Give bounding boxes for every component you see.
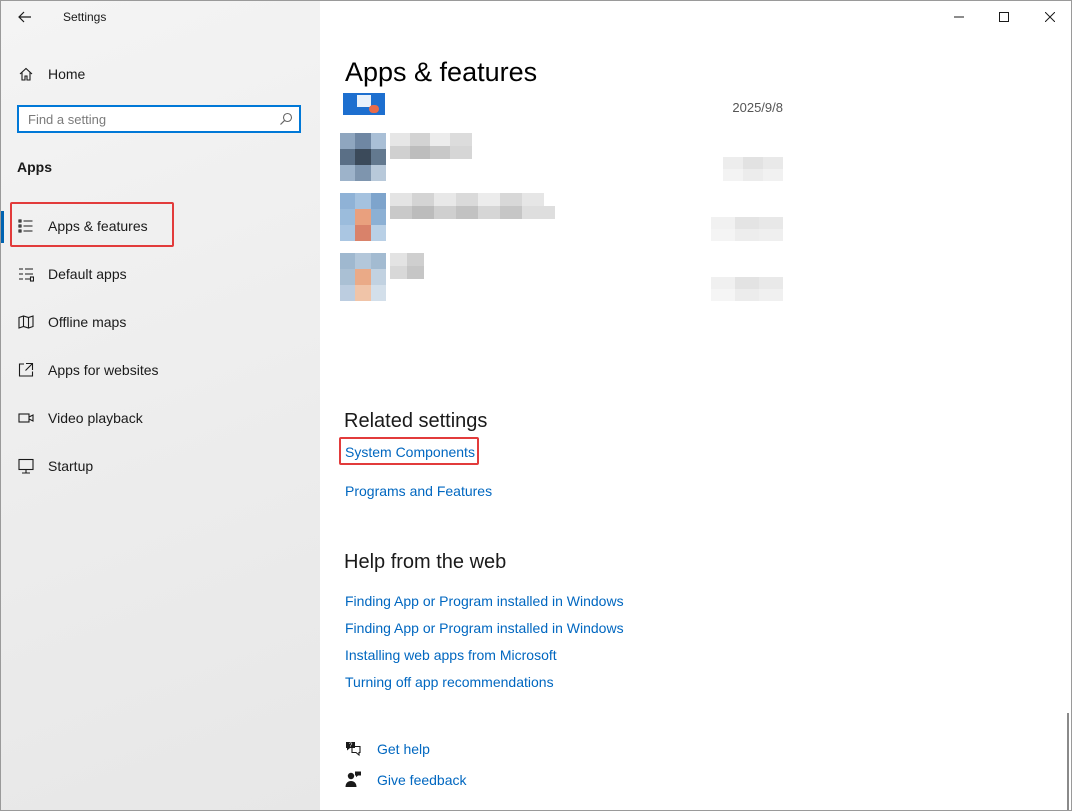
app-icon-redacted[interactable] — [340, 253, 386, 301]
settings-window: Settings Home Apps — [0, 0, 1072, 811]
give-feedback-link[interactable]: Give feedback — [377, 772, 467, 788]
open-website-icon — [18, 362, 34, 378]
search-input[interactable] — [28, 110, 268, 128]
help-link[interactable]: Finding App or Program installed in Wind… — [345, 620, 624, 636]
sidebar: Settings Home Apps — [1, 1, 320, 810]
scrollbar[interactable] — [1067, 713, 1069, 810]
home-icon — [18, 66, 34, 82]
app-name-redacted — [390, 193, 555, 219]
programs-and-features-link[interactable]: Programs and Features — [345, 483, 492, 499]
sidebar-item-label: Startup — [48, 458, 94, 474]
help-link[interactable]: Finding App or Program installed in Wind… — [345, 593, 624, 609]
get-help-icon: ? — [344, 739, 362, 757]
sidebar-item-offline-maps[interactable]: Offline maps — [1, 304, 320, 340]
back-button[interactable] — [11, 5, 39, 29]
app-name-redacted — [390, 133, 472, 159]
minimize-button[interactable] — [936, 1, 982, 33]
minimize-icon — [954, 16, 964, 18]
highlight-box-apps-features — [10, 202, 174, 247]
sidebar-item-label: Default apps — [48, 266, 127, 282]
close-button[interactable] — [1027, 1, 1071, 33]
related-settings-heading: Related settings — [344, 410, 488, 432]
maximize-button[interactable] — [981, 1, 1027, 33]
sidebar-item-video-playback[interactable]: Video playback — [1, 400, 320, 436]
maximize-icon — [999, 12, 1009, 22]
sidebar-item-label: Apps for websites — [48, 362, 159, 378]
app-size-redacted — [723, 157, 783, 181]
help-link[interactable]: Installing web apps from Microsoft — [345, 647, 557, 663]
page-title: Apps & features — [345, 57, 538, 87]
sidebar-item-label: Offline maps — [48, 314, 127, 330]
section-title: Apps — [17, 159, 52, 175]
highlight-box-system-components — [339, 437, 479, 465]
app-icon-redacted[interactable] — [340, 133, 386, 181]
app-name-redacted — [390, 253, 424, 279]
home-label: Home — [48, 66, 86, 82]
app-install-date[interactable]: 2025/9/8 — [701, 100, 783, 115]
app-size-redacted — [711, 217, 783, 241]
video-icon — [18, 410, 34, 426]
app-icon-redacted[interactable] — [340, 193, 386, 241]
close-icon — [1045, 12, 1055, 22]
sidebar-item-startup[interactable]: Startup — [1, 448, 320, 484]
search-icon — [280, 112, 293, 125]
help-link[interactable]: Turning off app recommendations — [345, 674, 554, 690]
sidebar-item-home[interactable]: Home — [1, 56, 320, 92]
search-box[interactable] — [17, 105, 301, 133]
get-help-link[interactable]: Get help — [377, 741, 430, 757]
window-title: Settings — [63, 10, 107, 24]
startup-icon — [18, 458, 34, 474]
arrow-left-icon — [18, 11, 31, 23]
sidebar-item-default-apps[interactable]: Default apps — [1, 256, 320, 292]
app-installer-icon — [343, 93, 385, 115]
default-apps-icon — [18, 266, 34, 282]
sidebar-item-apps-for-websites[interactable]: Apps for websites — [1, 352, 320, 388]
map-icon — [18, 314, 34, 330]
give-feedback-icon — [344, 770, 362, 788]
app-size-redacted — [711, 277, 783, 301]
help-from-web-heading: Help from the web — [344, 551, 507, 573]
sidebar-item-label: Video playback — [48, 410, 143, 426]
